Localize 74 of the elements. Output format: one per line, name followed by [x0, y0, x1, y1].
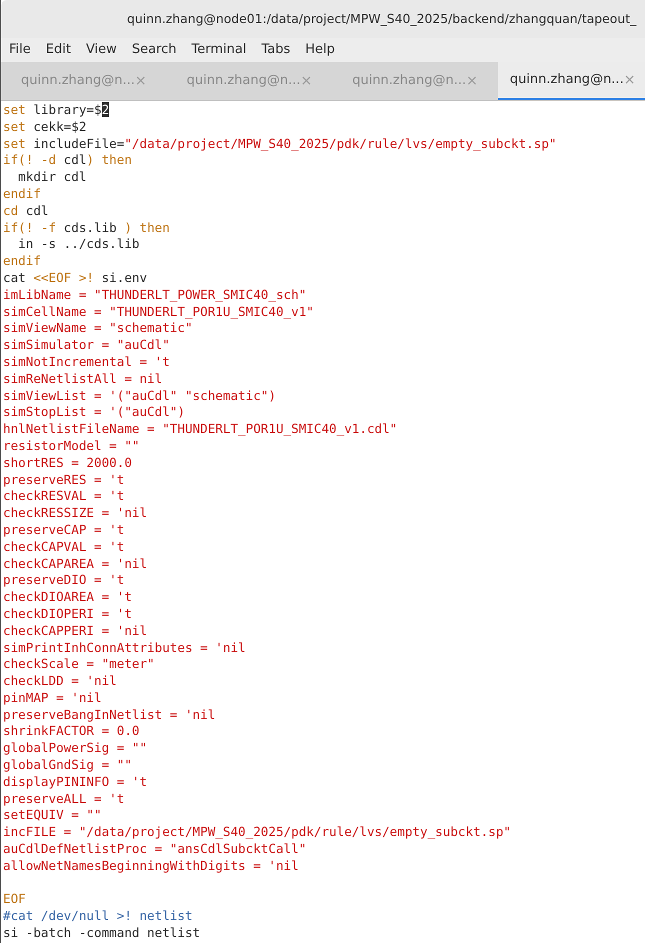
code-text: set [3, 118, 26, 134]
code-text: checkCAPPERI = 'nil [3, 622, 148, 638]
code-text: "/data/project/MPW_S40_2025/pdk/rule/lvs/empty_subckt.sp" [124, 136, 557, 151]
code-text: in -s ../cds.lib [17, 236, 140, 252]
code-text: ) then [124, 220, 170, 235]
code-text: library=$ [32, 102, 102, 117]
code-text: checkRESSIZE = 'nil [3, 505, 148, 520]
code-text: mkdir cdl [17, 169, 86, 184]
code-text: endif [3, 253, 41, 268]
menu-item[interactable]: Terminal [191, 40, 246, 60]
code-text: auCdlDefNetlistProc = "ansCdlSubcktCall" [3, 841, 306, 856]
code-text: checkCAPVAL = 't [3, 538, 124, 554]
code-text: preserveBangInNetlist = 'nil [3, 706, 216, 722]
code-text: #cat /dev/null >! netlist [3, 908, 193, 924]
tab-label: quinn.zhang@n... [186, 72, 300, 90]
code-text: preserveCAP = 't [3, 522, 124, 537]
code-text: hnlNetlistFileName = "THUNDERLT_POR1U_SMIC40_v1.cdl" [3, 421, 398, 436]
code-text: shrinkFACTOR = 0.0 [3, 723, 140, 738]
code-text: setEQUIV = "" [3, 807, 102, 822]
code-text: allowNetNamesBeginningWithDigits = 'nil [3, 858, 299, 873]
code-text: cds.lib [64, 220, 118, 235]
code-text: shortRES = 2000.0 [3, 454, 132, 470]
code-text: si.env [100, 270, 148, 285]
code-text: endif [3, 186, 41, 201]
menu-item[interactable]: Help [305, 40, 335, 60]
code-text: cd [3, 202, 18, 218]
code-text: preserveALL = 't [3, 790, 124, 806]
code-text: preserveDIO = 't [3, 572, 124, 588]
code-text: cdl [24, 202, 49, 218]
code-text: globalGndSig = "" [3, 757, 132, 772]
menu-item[interactable]: File [9, 40, 31, 60]
code-text: pinMAP = 'nil [3, 690, 102, 705]
code-text: if(! -f [3, 220, 58, 235]
tab-label: quinn.zhang@n... [510, 71, 624, 90]
code-text: checkDIOAREA = 't [3, 589, 132, 604]
code-text: EOF [3, 891, 26, 906]
code-text: simPrintInhConnAttributes = 'nil [3, 640, 246, 654]
code-text: simStopList = '("auCdl") [3, 404, 185, 420]
code-text: checkLDD = 'nil [3, 673, 117, 688]
code-text: simNotIncremental = 't [3, 354, 170, 369]
code-text: ) then [86, 152, 132, 168]
code-text: checkDIOPERI = 't [3, 606, 132, 621]
code-text: resistorModel = "" [3, 438, 140, 453]
code-text: checkCAPAREA = 'nil [3, 556, 148, 571]
menu-item[interactable]: View [86, 40, 117, 60]
code-text: includeFile= [32, 136, 124, 151]
code-text: globalPowerSig = "" [3, 740, 148, 756]
code-text: simSimulator = "auCdl" [3, 337, 170, 352]
code-text: displayPININFO = 't [3, 774, 148, 789]
code-text: set [3, 102, 26, 117]
code-text: incFILE = "/data/project/MPW_S40_2025/pdk/rule/lvs/empty_subckt.sp" [3, 824, 511, 840]
terminal-tab[interactable]: quinn.zhang@n...× [498, 62, 645, 100]
code-text: checkScale = "meter" [3, 656, 155, 672]
tab-label: quinn.zhang@n... [21, 72, 135, 90]
code-text: if(! -d [3, 152, 58, 168]
text-cursor: 2 [102, 102, 110, 117]
code-text: preserveRES = 't [3, 472, 124, 487]
menu-item[interactable]: Tabs [261, 40, 290, 60]
menu-item[interactable]: Search [132, 40, 176, 60]
code-text: cat [3, 270, 27, 285]
code-text: imLibName = "THUNDERLT_POWER_SMIC40_sch" [3, 286, 306, 302]
code-text: cdl [64, 152, 86, 168]
tab-label: quinn.zhang@n... [352, 72, 466, 90]
code-text: simCellName = "THUNDERLT_POR1U_SMIC40_v1" [3, 304, 314, 319]
menu-item[interactable]: Edit [46, 40, 71, 60]
code-text: <<EOF >! [33, 270, 94, 285]
code-text: simViewList = '("auCdl" "schematic") [3, 388, 276, 403]
code-text: checkRESVAL = 't [3, 488, 124, 504]
code-text: cekk=$2 [32, 118, 86, 134]
window-title: quinn.zhang@node01:/data/project/MPW_S40_2025/backend/zhangquan/tapeout_ [127, 10, 636, 28]
code-text: set [3, 136, 26, 151]
code-text: si -batch -command netlist [3, 925, 200, 940]
code-text: simViewName = "schematic" [3, 320, 193, 336]
code-text: simReNetlistAll = nil [3, 370, 162, 386]
